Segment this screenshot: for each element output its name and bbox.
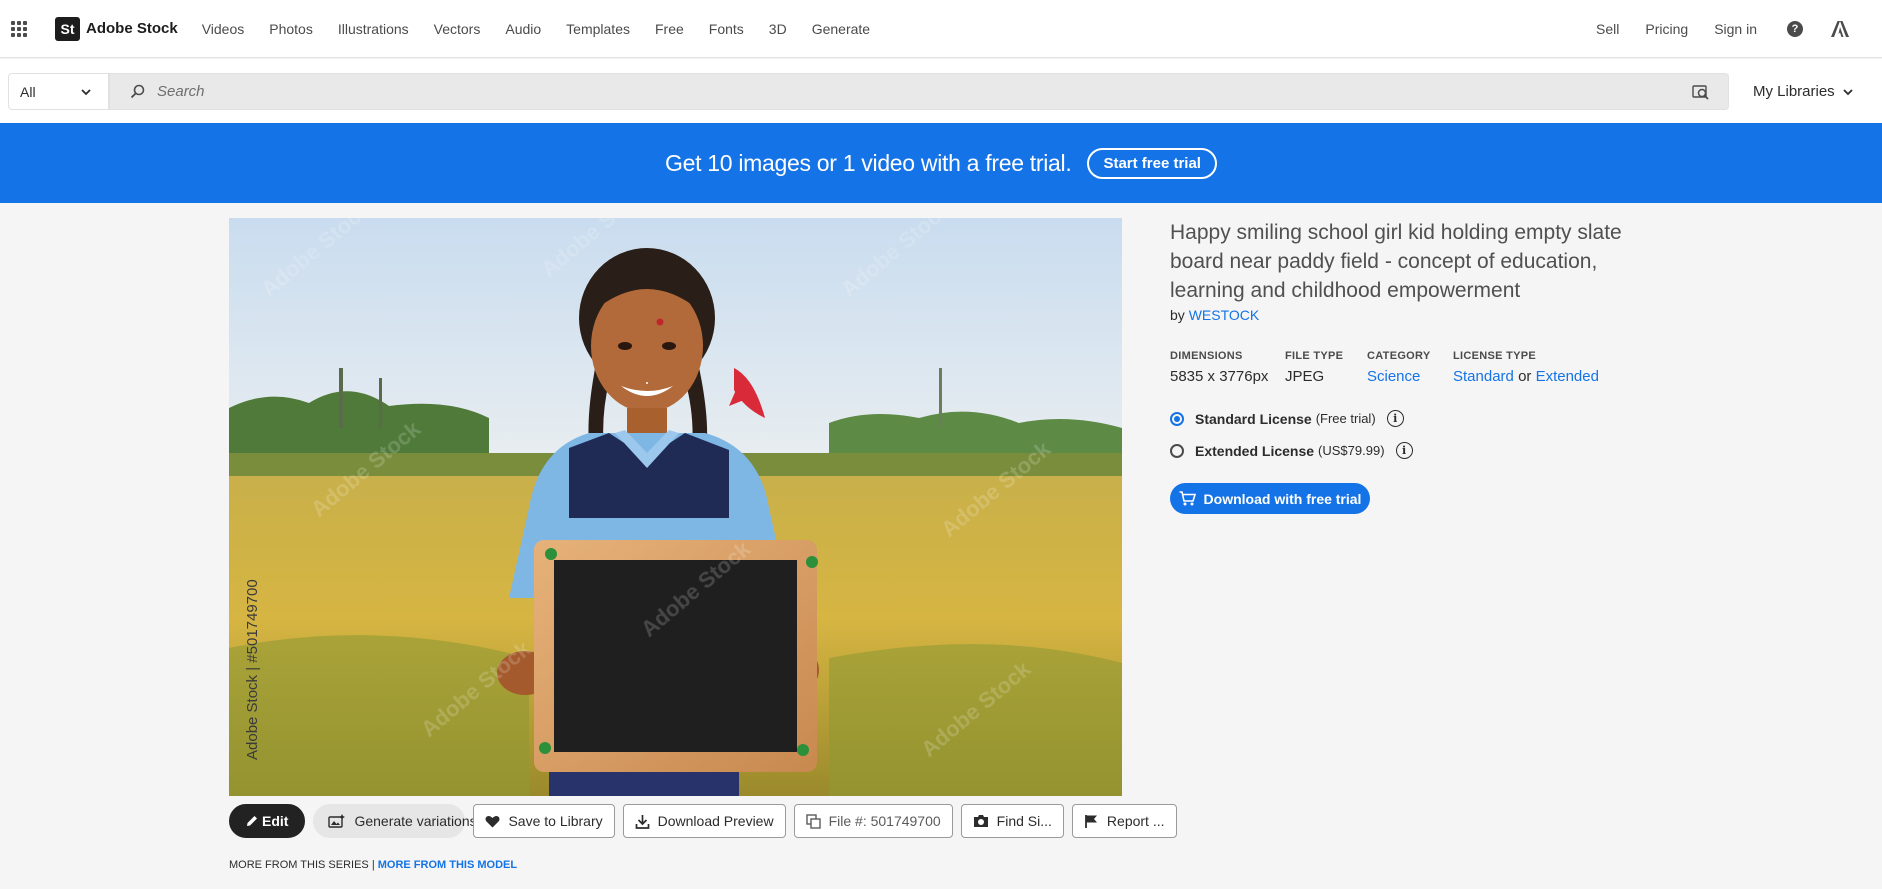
- nav-item-audio[interactable]: Audio: [505, 21, 541, 37]
- info-icon[interactable]: i: [1395, 442, 1413, 459]
- download-with-free-trial-label: Download with free trial: [1203, 490, 1362, 507]
- series-separator: |: [371, 859, 375, 871]
- cart-icon: [1179, 491, 1196, 506]
- nav-sign-in[interactable]: Sign in: [1714, 21, 1757, 37]
- more-from-series-link[interactable]: MORE FROM THIS SERIES: [229, 859, 369, 871]
- edit-label: Edit: [262, 813, 289, 829]
- nav-right: Sell Pricing Sign in ?: [1570, 0, 1882, 58]
- pencil-icon: [247, 816, 257, 826]
- edit-button[interactable]: Edit: [229, 804, 306, 838]
- extended-license-price: (US$79.99): [1318, 443, 1385, 458]
- copy-icon: [805, 813, 821, 829]
- meta-filetype: FILE TYPE JPEG: [1285, 350, 1343, 385]
- category-label: CATEGORY: [1367, 350, 1431, 362]
- file-number-label: File #: 501749700: [828, 813, 941, 829]
- find-similar-label: Find Si...: [996, 813, 1052, 829]
- search-input[interactable]: [157, 83, 1557, 100]
- nav-item-free[interactable]: Free: [655, 21, 684, 37]
- my-libraries-button[interactable]: My Libraries: [1753, 83, 1854, 100]
- dimensions-label: DIMENSIONS: [1170, 350, 1243, 362]
- find-similar-button[interactable]: Find Si...: [960, 804, 1064, 838]
- adobe-icon[interactable]: [1831, 21, 1849, 37]
- top-nav: St Adobe Stock Videos Photos Illustratio…: [0, 0, 1882, 58]
- promo-text: Get 10 images or 1 video with a free tri…: [665, 149, 1072, 176]
- extended-license-name: Extended License: [1195, 442, 1315, 459]
- search-row: All My Libraries: [0, 59, 1882, 123]
- chevron-down-icon: [81, 89, 91, 96]
- start-free-trial-button[interactable]: Start free trial: [1087, 147, 1217, 179]
- nav-item-templates[interactable]: Templates: [566, 21, 630, 37]
- info-icon[interactable]: i: [1386, 410, 1404, 427]
- search-filter-dropdown[interactable]: All: [8, 73, 109, 110]
- search-filter-value: All: [20, 83, 36, 100]
- search-icon: [130, 84, 145, 99]
- standard-license-name: Standard License: [1195, 410, 1312, 427]
- filetype-value: JPEG: [1285, 368, 1325, 385]
- help-icon[interactable]: ?: [1787, 21, 1803, 37]
- author-link[interactable]: WESTOCK: [1189, 307, 1260, 323]
- nav-item-photos[interactable]: Photos: [269, 21, 313, 37]
- category-link[interactable]: Science: [1367, 368, 1420, 385]
- meta-category: CATEGORY Science: [1367, 350, 1431, 385]
- stock-photo[interactable]: Adobe Stock Adobe Stock Adobe Stock Adob…: [229, 218, 1122, 796]
- logo-text: Adobe Stock: [86, 20, 178, 37]
- logo-mark: St: [55, 16, 80, 41]
- search-box: [109, 73, 1729, 110]
- app-switcher-icon[interactable]: [11, 20, 27, 37]
- more-from-model-link[interactable]: MORE FROM THIS MODEL: [378, 859, 517, 871]
- download-with-free-trial-button[interactable]: Download with free trial: [1170, 483, 1370, 514]
- download-preview-label: Download Preview: [657, 813, 774, 829]
- image-toolbar: Edit Generate variations Save to Library…: [229, 804, 1185, 838]
- generate-variations-label: Generate variations: [354, 812, 477, 829]
- standard-license-price: (Free trial): [1315, 411, 1376, 426]
- dimensions-value: 5835 x 3776px: [1170, 368, 1269, 385]
- heart-icon: [485, 815, 500, 827]
- photo-watermark-id: Adobe Stock | #501749700: [244, 579, 261, 760]
- asset-byline: by WESTOCK: [1170, 307, 1259, 323]
- chevron-down-icon: [1843, 88, 1853, 95]
- report-button[interactable]: Report ...: [1071, 804, 1177, 838]
- extended-license-option[interactable]: Extended License (US$79.99) i: [1170, 442, 1413, 459]
- main-nav: Videos Photos Illustrations Vectors Audi…: [189, 21, 870, 37]
- save-to-library-button[interactable]: Save to Library: [473, 804, 615, 838]
- nav-item-illustrations[interactable]: Illustrations: [338, 21, 409, 37]
- adobe-stock-logo[interactable]: St Adobe Stock: [55, 16, 178, 41]
- nav-item-generate[interactable]: Generate: [812, 21, 870, 37]
- nav-item-videos[interactable]: Videos: [202, 21, 245, 37]
- extended-license-link[interactable]: Extended: [1536, 368, 1599, 385]
- my-libraries-label: My Libraries: [1753, 83, 1835, 100]
- standard-license-radio[interactable]: [1170, 411, 1184, 426]
- license-type-label: LICENSE TYPE: [1453, 350, 1537, 362]
- meta-license-type: LICENSE TYPE Standard or Extended: [1453, 350, 1599, 385]
- download-icon: [635, 814, 649, 829]
- nav-pricing[interactable]: Pricing: [1645, 21, 1688, 37]
- asset-title: Happy smiling school girl kid holding em…: [1170, 221, 1622, 302]
- nav-sell[interactable]: Sell: [1596, 21, 1619, 37]
- meta-dimensions: DIMENSIONS 5835 x 3776px: [1170, 350, 1268, 385]
- standard-license-link[interactable]: Standard: [1453, 368, 1514, 385]
- flag-icon: [1085, 814, 1097, 828]
- nav-item-fonts[interactable]: Fonts: [709, 21, 744, 37]
- visual-search-icon[interactable]: [1692, 83, 1710, 101]
- generate-variations-button[interactable]: Generate variations: [313, 804, 477, 838]
- by-prefix: by: [1170, 307, 1185, 323]
- promo-banner: Get 10 images or 1 video with a free tri…: [0, 123, 1882, 203]
- file-number-button[interactable]: File #: 501749700: [793, 804, 953, 838]
- standard-license-option[interactable]: Standard License (Free trial) i: [1170, 410, 1404, 427]
- series-links: MORE FROM THIS SERIES | MORE FROM THIS M…: [229, 859, 517, 871]
- nav-item-3d[interactable]: 3D: [769, 21, 787, 37]
- save-to-library-label: Save to Library: [508, 813, 603, 829]
- nav-item-vectors[interactable]: Vectors: [434, 21, 481, 37]
- license-or: or: [1518, 368, 1532, 385]
- camera-icon: [973, 815, 988, 827]
- extended-license-radio[interactable]: [1170, 443, 1184, 458]
- report-label: Report ...: [1106, 813, 1165, 829]
- download-preview-button[interactable]: Download Preview: [622, 804, 786, 838]
- generate-image-icon: [328, 814, 346, 828]
- filetype-label: FILE TYPE: [1285, 350, 1344, 362]
